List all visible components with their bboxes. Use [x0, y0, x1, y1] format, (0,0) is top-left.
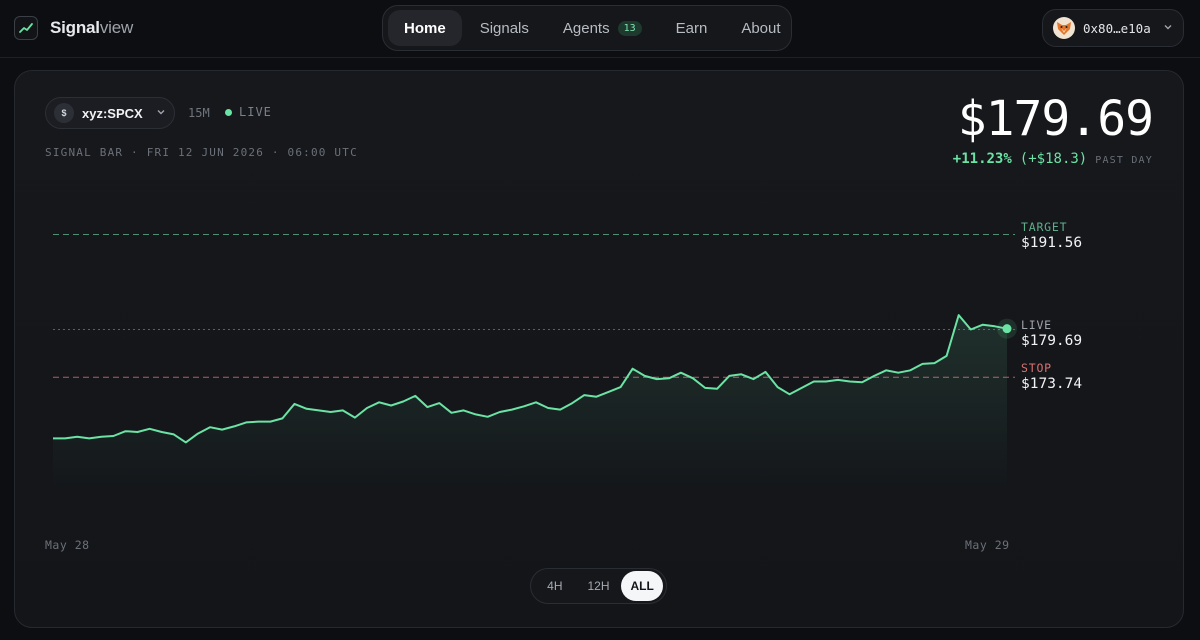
wallet-address: 0x80…e10a — [1083, 20, 1151, 36]
brand-logo[interactable]: Signalview — [14, 16, 133, 40]
x-axis-label-start: May 28 — [45, 538, 90, 552]
time-range-selector: 4H 12H ALL — [530, 568, 667, 604]
trend-up-icon — [14, 16, 38, 40]
fox-icon — [1053, 17, 1075, 39]
agents-count-badge: 13 — [617, 20, 642, 36]
wallet-button[interactable]: 0x80…e10a — [1042, 9, 1184, 47]
stop-level-label: STOP $173.74 — [1021, 361, 1083, 393]
target-level-label: TARGET $191.56 — [1021, 219, 1083, 251]
nav-agents[interactable]: Agents 13 — [547, 10, 658, 46]
chart-card: $ xyz:SPCX 15M LIVE SIGNAL BAR · FRI 12 … — [14, 70, 1184, 628]
range-4h-button[interactable]: 4H — [534, 571, 576, 601]
price-area — [53, 315, 1007, 491]
live-level-label: LIVE $179.69 — [1021, 317, 1083, 349]
live-point — [1002, 324, 1012, 334]
nav-signals[interactable]: Signals — [464, 10, 545, 46]
brand-name: Signalview — [50, 18, 134, 37]
main-nav: Home Signals Agents 13 Earn About — [382, 5, 792, 51]
chevron-down-icon — [1163, 19, 1173, 37]
top-bar: Signalview Home Signals Agents 13 Earn A… — [0, 0, 1200, 58]
nav-earn[interactable]: Earn — [660, 10, 724, 46]
range-all-button[interactable]: ALL — [621, 571, 664, 601]
range-12h-button[interactable]: 12H — [578, 571, 620, 601]
x-axis-label-end: May 29 — [965, 538, 1010, 552]
nav-about[interactable]: About — [725, 10, 796, 46]
nav-home[interactable]: Home — [388, 10, 462, 46]
